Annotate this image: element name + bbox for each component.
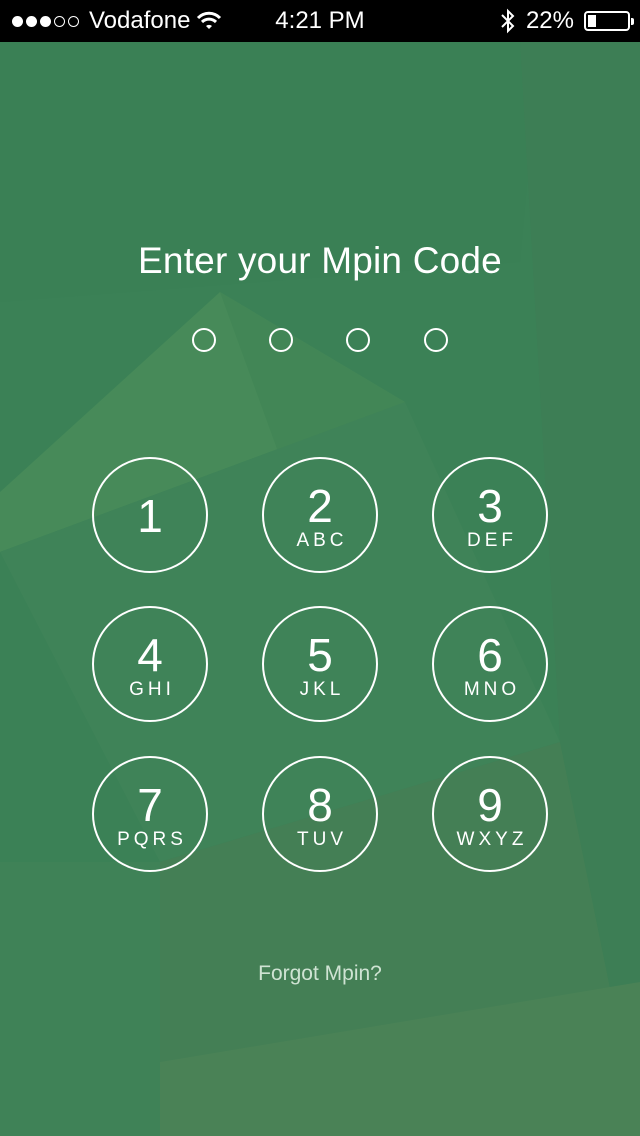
key-digit: 1: [137, 490, 163, 542]
keypad-key-9[interactable]: 9 WXYZ: [432, 756, 548, 872]
key-digit: 5: [307, 629, 333, 681]
key-digit: 3: [477, 480, 503, 532]
keypad-key-5[interactable]: 5 JKL: [262, 606, 378, 722]
key-digit: 9: [477, 779, 503, 831]
key-letters: ABC: [296, 530, 348, 551]
forgot-mpin-link[interactable]: Forgot Mpin?: [0, 962, 640, 986]
page-title: Enter your Mpin Code: [138, 240, 502, 281]
bluetooth-icon: [501, 8, 515, 34]
clock: 4:21 PM: [275, 7, 365, 34]
battery-percent: 22%: [525, 7, 574, 34]
key-letters: DEF: [467, 530, 517, 551]
keypad-key-3[interactable]: 3 DEF: [432, 457, 548, 573]
key-letters: WXYZ: [456, 829, 528, 850]
key-letters: GHI: [129, 679, 175, 700]
status-right: 22%: [500, 0, 634, 42]
pin-indicator: [0, 328, 640, 354]
pin-dot: [192, 328, 216, 352]
keypad-key-4[interactable]: 4 GHI: [92, 606, 208, 722]
status-bar: Vodafone 4:21 PM 22%: [0, 0, 640, 42]
key-digit: 6: [477, 629, 503, 681]
key-letters: PQRS: [117, 829, 187, 850]
key-letters: JKL: [299, 679, 345, 700]
pin-dot: [269, 328, 293, 352]
key-digit: 2: [307, 480, 333, 532]
keypad-key-6[interactable]: 6 MNO: [432, 606, 548, 722]
battery-icon: [584, 11, 634, 31]
keypad-key-1[interactable]: 1: [92, 457, 208, 573]
keypad-key-2[interactable]: 2 ABC: [262, 457, 378, 573]
battery-fill: [588, 15, 597, 27]
keypad-key-7[interactable]: 7 PQRS: [92, 756, 208, 872]
pin-dot: [346, 328, 370, 352]
key-digit: 4: [137, 629, 163, 681]
key-letters: MNO: [463, 679, 521, 700]
key-letters: TUV: [297, 829, 347, 850]
key-digit: 7: [137, 779, 163, 831]
keypad-key-8[interactable]: 8 TUV: [262, 756, 378, 872]
key-digit: 8: [307, 779, 333, 831]
pin-dot: [424, 328, 448, 352]
